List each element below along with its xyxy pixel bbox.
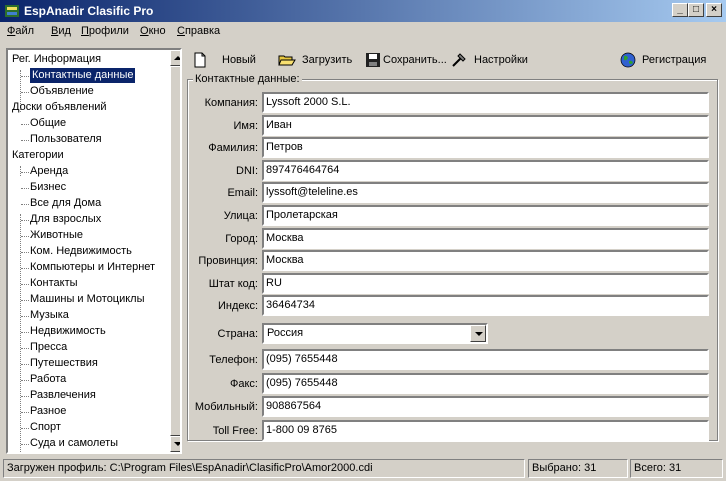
- menu-view[interactable]: Вид: [51, 25, 71, 37]
- menu-bar: Файл Вид Профили Окно Справка: [0, 22, 726, 41]
- field-label: Улица:: [223, 210, 258, 222]
- app-icon: [5, 5, 19, 17]
- tree-item[interactable]: Разное: [30, 404, 66, 419]
- text-field[interactable]: (095) 7655448: [262, 372, 709, 394]
- window-title: EspAnadir Clasific Pro: [24, 4, 154, 18]
- tree-group[interactable]: Категории: [12, 148, 64, 163]
- text-field[interactable]: 908867564: [262, 396, 709, 418]
- settings-button[interactable]: Настройки: [451, 50, 533, 70]
- tree-item[interactable]: Общие: [30, 116, 66, 131]
- text-field[interactable]: Пролетарская: [262, 205, 709, 226]
- arrow-down-icon: [174, 442, 180, 446]
- tree-item[interactable]: Работа: [30, 372, 66, 387]
- country-label: Страна:: [217, 328, 258, 340]
- tree-scrollbar[interactable]: [170, 50, 180, 452]
- arrow-up-icon: [174, 56, 180, 60]
- text-field[interactable]: lyssoft@teleline.es: [262, 182, 709, 204]
- field-label: Индекс:: [217, 300, 258, 313]
- tree-item[interactable]: Суда и самолеты: [30, 436, 118, 451]
- status-profile: Загружен профиль: C:\Program Files\EspAn…: [3, 459, 525, 478]
- tree-item[interactable]: Компьютеры и Интернет: [30, 260, 155, 275]
- app-window: EspAnadir Clasific Pro _ □ × Файл Вид Пр…: [0, 0, 726, 481]
- maximize-button[interactable]: □: [688, 3, 704, 17]
- status-total: Всего: 31: [630, 459, 723, 478]
- scroll-up-button[interactable]: [170, 50, 180, 66]
- register-button[interactable]: Регистрация: [620, 50, 715, 70]
- tree-group[interactable]: Рег. Информация: [12, 52, 101, 67]
- save-button[interactable]: Сохранить...: [365, 50, 450, 70]
- field-label: Компания:: [204, 97, 258, 109]
- title-bar[interactable]: EspAnadir Clasific Pro _ □ ×: [0, 0, 726, 22]
- tools-icon: [452, 53, 466, 67]
- new-button[interactable]: Новый: [192, 50, 262, 70]
- tree-item[interactable]: Спорт: [30, 420, 61, 435]
- field-label: Email:: [227, 187, 258, 200]
- field-label: Город:: [225, 232, 258, 245]
- load-button[interactable]: Загрузить: [278, 50, 358, 70]
- tree-item[interactable]: Бизнес: [30, 180, 66, 195]
- field-label: DNI:: [236, 164, 258, 177]
- field-label: Имя:: [233, 119, 258, 132]
- tree-item[interactable]: Пользователя: [30, 132, 102, 147]
- text-field[interactable]: Иван: [262, 114, 709, 136]
- tree-item[interactable]: Животные: [30, 228, 83, 243]
- chevron-down-icon[interactable]: [470, 325, 486, 342]
- open-folder-icon: [278, 55, 296, 66]
- globe-icon: [620, 52, 636, 68]
- tree-group[interactable]: Доски объявлений: [12, 100, 107, 115]
- tree-item[interactable]: Все для Дома: [30, 196, 101, 211]
- field-label: Штат код:: [208, 277, 258, 290]
- field-label: Телефон:: [209, 354, 258, 366]
- tree-item[interactable]: Пресса: [30, 340, 67, 355]
- navigation-tree[interactable]: Рег. Информация Контактные данные Объявлен…: [6, 48, 182, 454]
- text-field[interactable]: Москва: [262, 227, 709, 249]
- text-field[interactable]: (095) 7655448: [262, 349, 709, 370]
- tree-item[interactable]: Контактные данные: [30, 68, 136, 83]
- field-label: Провинция:: [198, 255, 258, 268]
- minimize-button[interactable]: _: [672, 3, 688, 17]
- menu-help[interactable]: Справка: [177, 25, 220, 37]
- text-field[interactable]: Москва: [262, 250, 709, 272]
- scroll-thumb[interactable]: [170, 66, 180, 436]
- group-title: Контактные данные:: [193, 73, 302, 85]
- menu-file[interactable]: Файл: [7, 25, 34, 37]
- text-field[interactable]: 36464734: [262, 295, 709, 317]
- close-button[interactable]: ×: [706, 3, 722, 17]
- menu-profiles[interactable]: Профили: [81, 25, 129, 37]
- text-field[interactable]: 897476464764: [262, 159, 709, 181]
- status-selected: Выбрано: 31: [528, 459, 628, 478]
- text-field[interactable]: Петров: [262, 137, 709, 159]
- tree-item[interactable]: Развлечения: [30, 388, 96, 403]
- tree-item[interactable]: Недвижимость: [30, 324, 106, 339]
- country-select[interactable]: Россия: [262, 323, 488, 344]
- text-field[interactable]: RU: [262, 272, 709, 294]
- floppy-disk-icon: [366, 53, 380, 67]
- menu-window[interactable]: Окно: [140, 25, 166, 37]
- field-label: Фамилия:: [208, 142, 258, 155]
- tree-item[interactable]: Объявление: [30, 84, 94, 99]
- field-label: Toll Free:: [212, 424, 258, 437]
- tree-item[interactable]: Музыка: [30, 308, 69, 323]
- tree-item[interactable]: Аренда: [30, 164, 68, 179]
- tree-item[interactable]: Машины и Мотоциклы: [30, 292, 145, 307]
- field-label: Мобильный:: [194, 401, 258, 414]
- new-document-icon: [194, 52, 206, 68]
- tree-item[interactable]: Ком. Недвижимость: [30, 244, 132, 259]
- text-field[interactable]: 1-800 09 8765: [262, 419, 709, 441]
- tree-item[interactable]: Контакты: [30, 276, 78, 291]
- tree-item[interactable]: Для взрослых: [30, 212, 101, 227]
- tree-item[interactable]: Путешествия: [30, 356, 98, 371]
- text-field[interactable]: Lyssoft 2000 S.L.: [262, 92, 709, 113]
- scroll-down-button[interactable]: [170, 436, 180, 452]
- field-label: Факс:: [230, 377, 258, 390]
